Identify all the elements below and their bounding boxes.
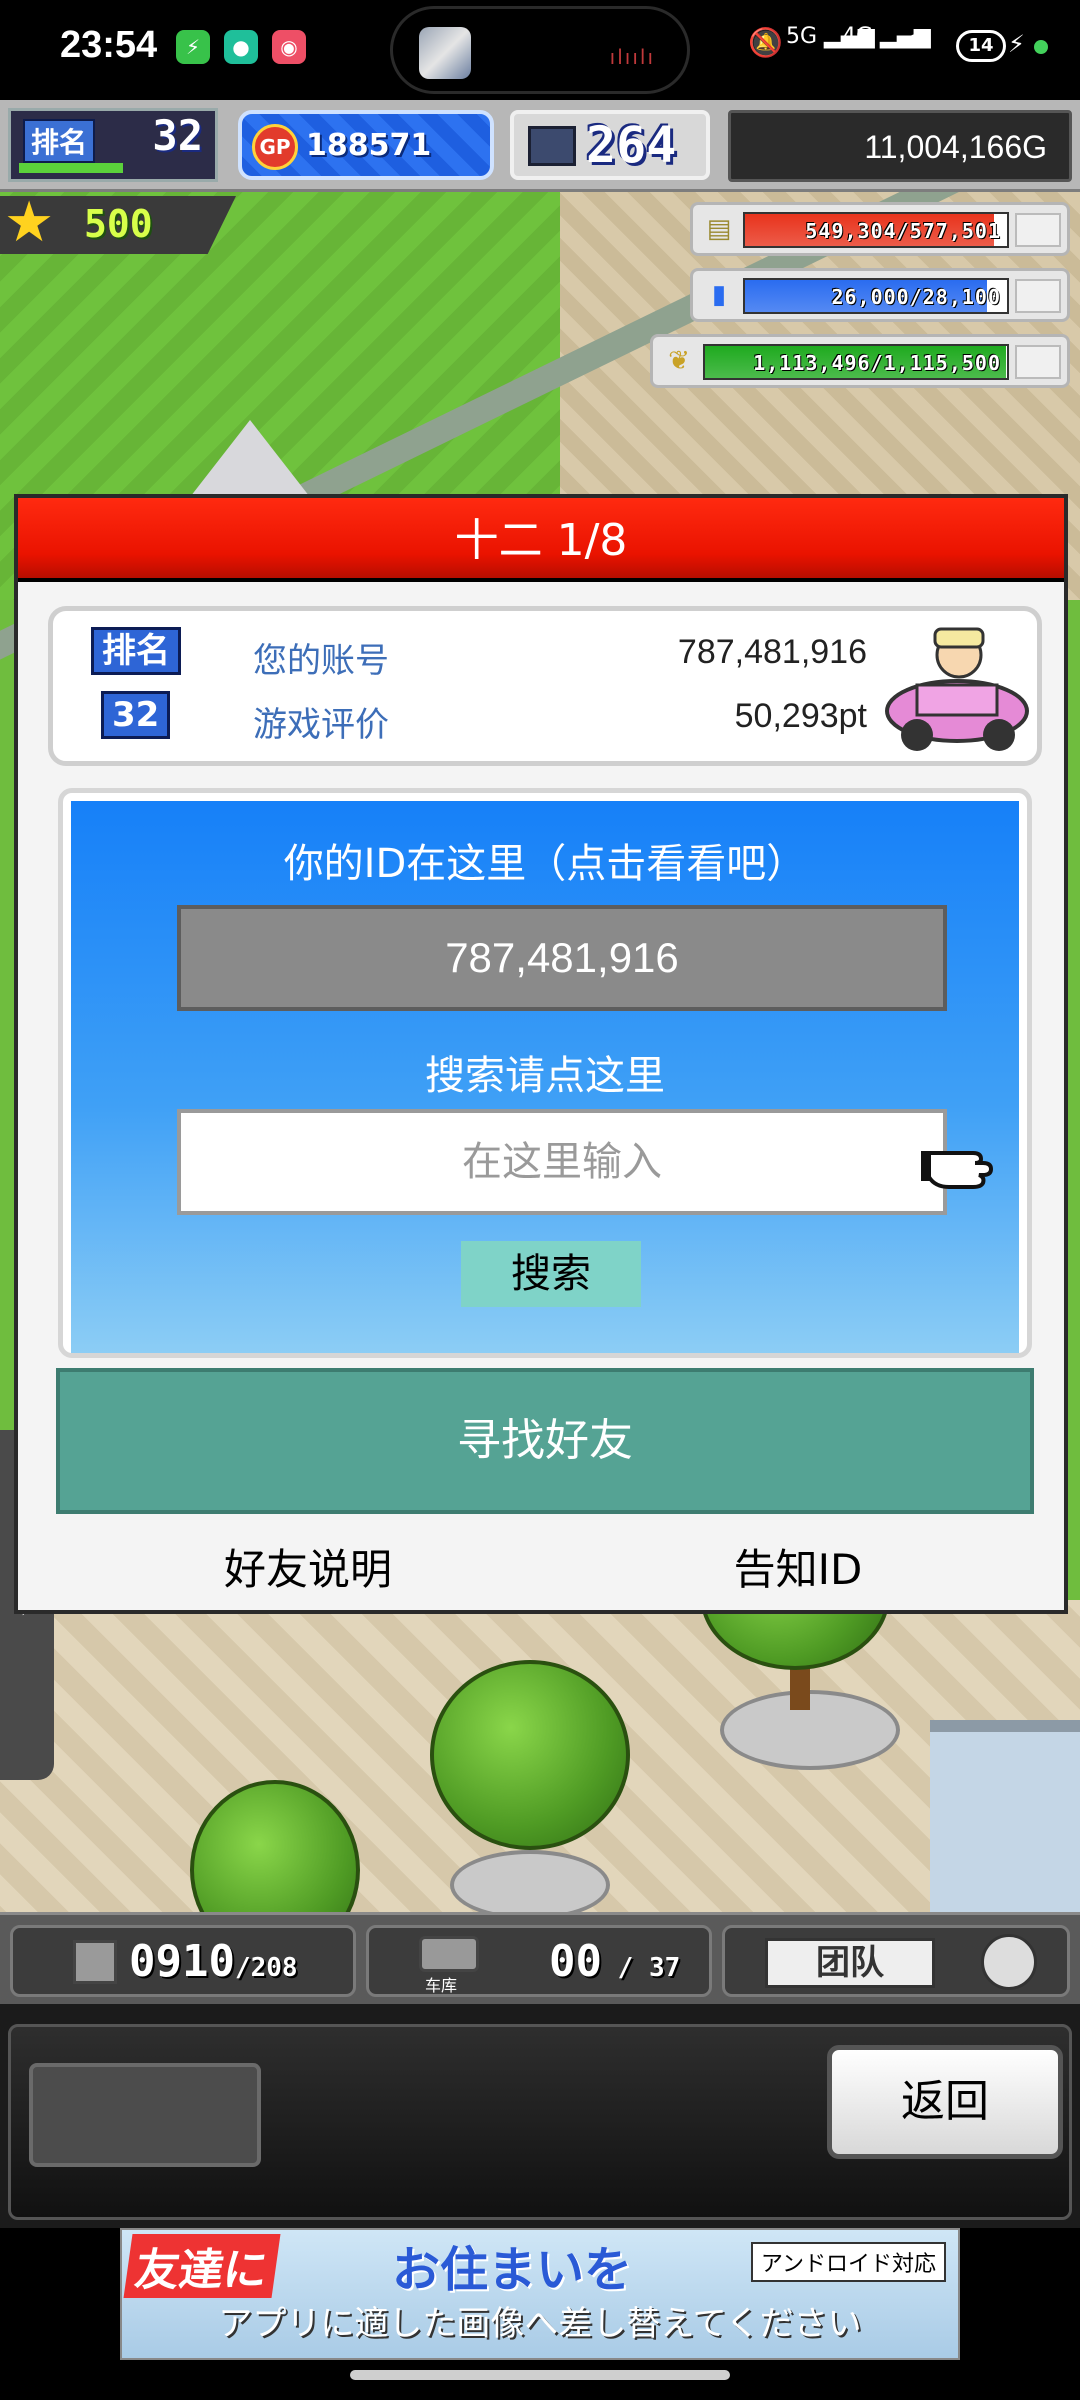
resource-row-food[interactable]: ❦ 1,113,496/1,115,500 bbox=[650, 334, 1070, 388]
rank-progress-bar bbox=[19, 163, 123, 173]
chat-notification-icon: ● bbox=[224, 30, 258, 64]
rating-label: 游戏评价 bbox=[253, 705, 389, 745]
charging-icon: ⚡ bbox=[1008, 30, 1025, 58]
garage-count-value: 00 bbox=[549, 1936, 602, 1987]
account-info-card: 排名 32 您的账号 787,481,916 游戏评价 50,293pt bbox=[48, 606, 1042, 766]
star-display[interactable]: ★ 500 bbox=[0, 196, 236, 254]
gp-value: 188571 bbox=[306, 128, 432, 163]
friend-dialog: 十二 1/8 排名 32 您的账号 787,481,916 游戏评价 50,29… bbox=[14, 494, 1068, 1614]
app-notification-icon: ◉ bbox=[272, 30, 306, 64]
resource-row-coins[interactable]: ▤ 549,304/577,501 bbox=[690, 202, 1070, 256]
resource-row-water[interactable]: ▮ 26,000/28,100 bbox=[690, 268, 1070, 322]
team-label: 团队 bbox=[765, 1938, 935, 1988]
money-display[interactable]: 11,004,166G bbox=[728, 110, 1072, 182]
wifi-icon: ◠ bbox=[904, 26, 931, 61]
gp-display[interactable]: GP 188571 bbox=[238, 110, 494, 180]
resource-cap bbox=[1015, 213, 1061, 247]
count-bar: 0910/208 车库 00 / 37 团队 bbox=[0, 1912, 1080, 2004]
network-type: 4G bbox=[842, 24, 874, 49]
wheat-icon: ❦ bbox=[668, 346, 690, 376]
resource-text: 26,000/28,100 bbox=[831, 285, 1001, 309]
app-notification-icon: ⚡ bbox=[176, 30, 210, 64]
car-avatar-icon bbox=[885, 627, 1029, 751]
tree[interactable] bbox=[430, 1660, 630, 1850]
pointing-hand-icon bbox=[921, 1151, 994, 1189]
bottom-hud: 0910/208 车库 00 / 37 团队 返回 bbox=[0, 1912, 1080, 2228]
account-label: 您的账号 bbox=[253, 641, 389, 681]
notify-id-link[interactable]: 告知ID bbox=[648, 1536, 948, 1596]
coin-stack-icon: ▤ bbox=[706, 214, 732, 244]
garage-label: 车库 bbox=[425, 1976, 458, 1995]
ad-banner[interactable]: 友達に お住まいを アンドロイド対応 アプリに適した画像へ差し替えてください bbox=[120, 2228, 960, 2360]
bottle-icon: ▮ bbox=[711, 280, 727, 310]
dynamic-island[interactable]: ılıılı bbox=[390, 6, 690, 94]
network-type: 5G bbox=[786, 24, 818, 49]
media-thumbnail bbox=[419, 27, 471, 79]
lot-count: 0910/208 bbox=[129, 1936, 298, 1987]
rating-value: 50,293pt bbox=[734, 697, 867, 735]
home-indicator[interactable] bbox=[350, 2370, 730, 2380]
id-panel: 你的ID在这里（点击看看吧） 787,481,916 搜索请点这里 在这里输入 … bbox=[58, 788, 1032, 1358]
status-time: 23:54 bbox=[60, 24, 158, 66]
search-hint: 搜索请点这里 bbox=[425, 1053, 665, 1099]
lot-counter[interactable]: 0910/208 bbox=[10, 1925, 356, 1997]
friend-info-link[interactable]: 好友说明 bbox=[158, 1536, 458, 1596]
team-counter[interactable]: 团队 bbox=[722, 1925, 1070, 1997]
ad-tag: アンドロイド対応 bbox=[750, 2242, 946, 2282]
star-icon: ★ bbox=[4, 190, 55, 255]
garage-counter[interactable]: 车库 00 / 37 bbox=[366, 1925, 712, 1997]
character-avatar-icon bbox=[981, 1934, 1037, 1990]
garage-count: 00 / 37 bbox=[549, 1936, 681, 1987]
gp-coin-icon: GP bbox=[252, 124, 298, 170]
ad-title: 友達に bbox=[123, 2234, 281, 2298]
resource-bar: 1,113,496/1,115,500 bbox=[703, 344, 1009, 380]
find-friend-button[interactable]: 寻找好友 bbox=[56, 1368, 1034, 1514]
resource-text: 1,113,496/1,115,500 bbox=[753, 351, 1001, 375]
account-value: 787,481,916 bbox=[677, 633, 867, 671]
tree-planter bbox=[450, 1850, 610, 1920]
mute-icon: 🔕 bbox=[748, 26, 783, 59]
battery-level: 14 bbox=[968, 35, 994, 56]
empty-action-slot[interactable] bbox=[29, 2063, 261, 2167]
star-value: 500 bbox=[84, 202, 153, 246]
tree-planter bbox=[720, 1690, 900, 1770]
lot-total: 208 bbox=[250, 1953, 298, 1983]
privacy-indicator bbox=[1034, 40, 1048, 54]
status-bar: 23:54 ⚡ ● ◉ ılıılı 🔕 5G ▂▄▆ 4G ▂▄▆ ◠ 14 … bbox=[0, 0, 1080, 100]
top-hud: 排名 32 GP 188571 264 11,004,166G bbox=[0, 100, 1080, 192]
resource-text: 549,304/577,501 bbox=[805, 219, 1001, 243]
resource-bar: 549,304/577,501 bbox=[743, 212, 1009, 248]
search-button[interactable]: 搜索 bbox=[461, 1241, 641, 1307]
computer-value: 264 bbox=[586, 116, 677, 174]
resource-cap bbox=[1015, 279, 1061, 313]
rank-number-badge: 32 bbox=[101, 691, 171, 739]
garage-car-icon bbox=[419, 1936, 479, 1972]
computer-display[interactable]: 264 bbox=[510, 110, 710, 180]
id-title[interactable]: 你的ID在这里（点击看看吧） bbox=[71, 831, 1019, 889]
dialog-title: 十二 1/8 bbox=[18, 498, 1064, 582]
money-value: 11,004,166G bbox=[864, 129, 1047, 165]
player-id-display[interactable]: 787,481,916 bbox=[177, 905, 947, 1011]
action-bar: 返回 bbox=[8, 2024, 1072, 2220]
rank-badge: 排名 bbox=[91, 627, 181, 675]
audio-wave-icon: ılıılı bbox=[609, 45, 655, 69]
resource-cap bbox=[1015, 345, 1061, 379]
game-scene[interactable]: 排名 32 GP 188571 264 11,004,166G ★ 500 ▤ … bbox=[0, 100, 1080, 2228]
ad-note: アプリに適した画像へ差し替えてください bbox=[218, 2304, 862, 2344]
computer-icon bbox=[528, 126, 576, 166]
rank-value: 32 bbox=[152, 111, 203, 160]
rank-display[interactable]: 排名 32 bbox=[8, 108, 218, 182]
rank-label: 排名 bbox=[23, 119, 96, 163]
lot-icon bbox=[73, 1940, 117, 1984]
lot-count-value: 0910 bbox=[129, 1936, 235, 1987]
garage-total: 37 bbox=[648, 1953, 681, 1983]
id-panel-inner: 你的ID在这里（点击看看吧） 787,481,916 搜索请点这里 在这里输入 … bbox=[71, 801, 1019, 1353]
search-input[interactable]: 在这里输入 bbox=[177, 1109, 947, 1215]
ad-title: お住まいを bbox=[392, 2242, 633, 2298]
resource-bar: 26,000/28,100 bbox=[743, 278, 1009, 314]
back-button[interactable]: 返回 bbox=[827, 2045, 1063, 2159]
battery-icon: 14 bbox=[956, 30, 1006, 62]
